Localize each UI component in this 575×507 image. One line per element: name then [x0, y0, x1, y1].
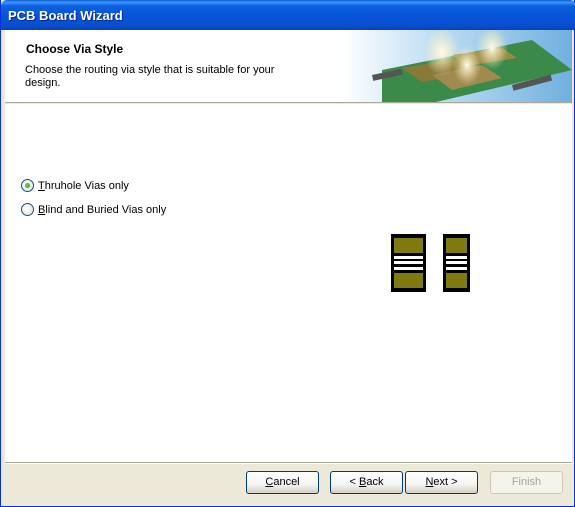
window-title: PCB Board Wizard — [8, 8, 123, 23]
option-blind-buried-label[interactable]: Blind and Buried Vias only — [38, 204, 166, 216]
via-left — [391, 234, 426, 292]
radio-thruhole[interactable] — [21, 179, 34, 192]
page-description: Choose the routing via style that is sui… — [25, 64, 275, 89]
back-button[interactable]: < Back — [330, 471, 403, 494]
cancel-button[interactable]: Cancel — [246, 471, 319, 494]
next-button[interactable]: Next > — [405, 471, 478, 494]
option-thruhole[interactable]: Thruhole Vias only — [21, 179, 129, 192]
option-thruhole-label[interactable]: Thruhole Vias only — [38, 180, 129, 192]
finish-button[interactable]: Finish — [490, 471, 563, 494]
radio-blind-buried[interactable] — [21, 203, 34, 216]
option-blind-buried[interactable]: Blind and Buried Vias only — [21, 203, 166, 216]
title-bar[interactable]: PCB Board Wizard — [1, 0, 575, 30]
wizard-content: Thruhole Vias only Blind and Buried Vias… — [5, 104, 572, 462]
footer-divider — [5, 462, 572, 464]
via-right — [443, 234, 470, 292]
wizard-header: Choose Via Style Choose the routing via … — [5, 30, 572, 103]
via-style-preview — [391, 234, 470, 292]
pcb-header-image — [342, 30, 572, 102]
page-title: Choose Via Style — [26, 42, 124, 56]
wizard-window: PCB Board Wizard Choose Via Style Choose… — [0, 0, 575, 507]
